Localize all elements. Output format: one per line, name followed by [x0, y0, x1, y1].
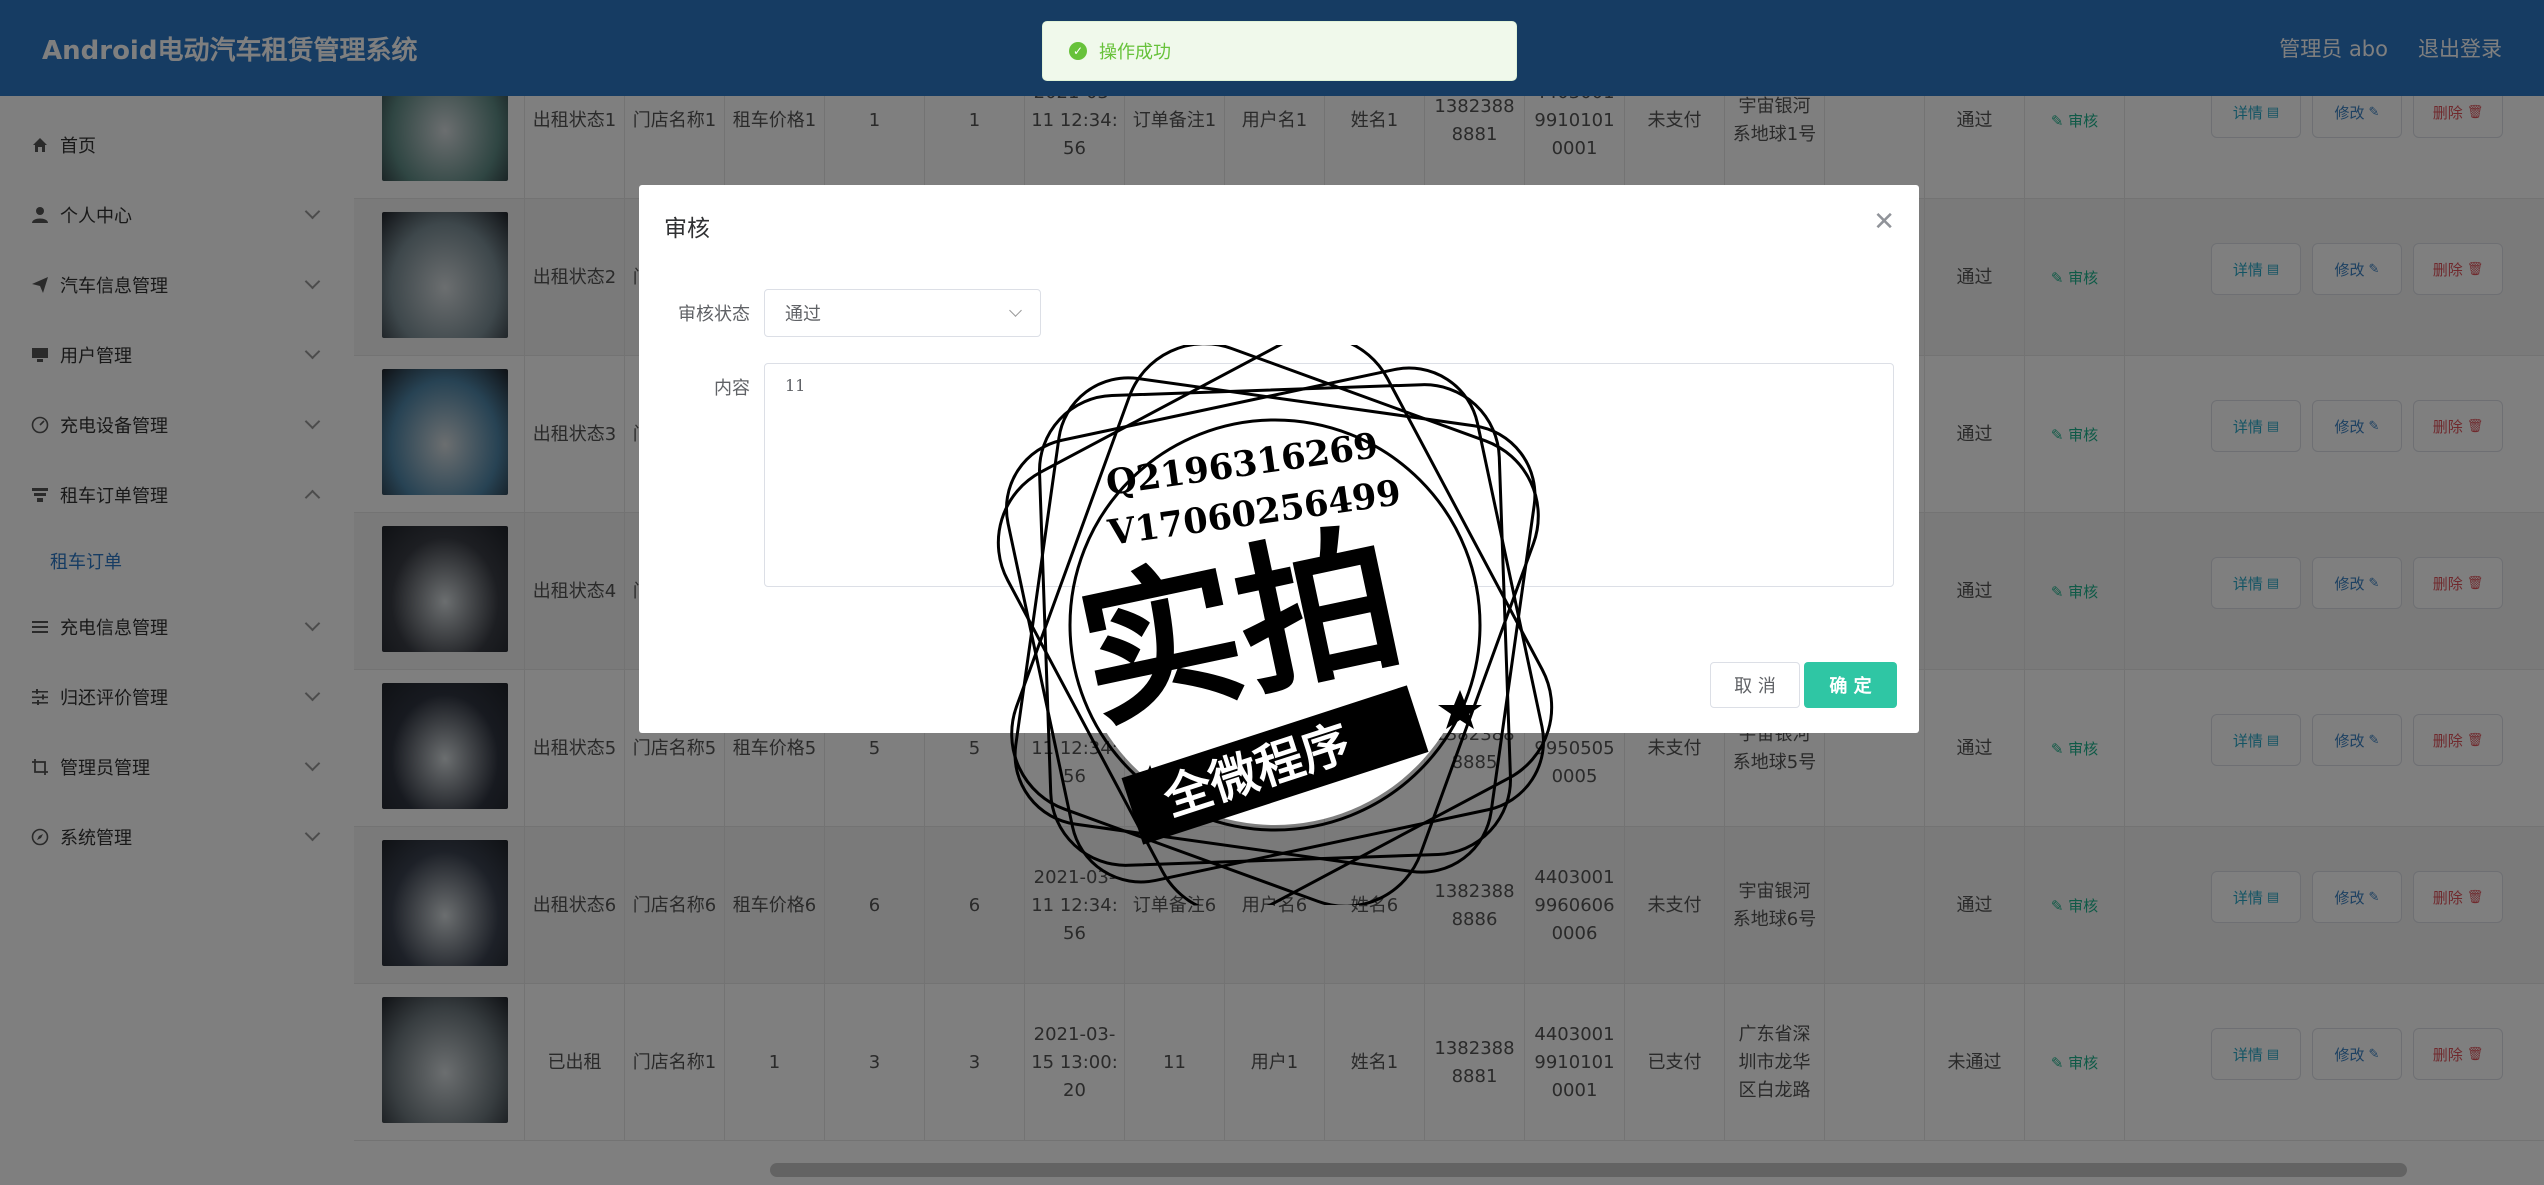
dialog-title: 审核	[664, 216, 710, 242]
status-label: 审核状态	[678, 304, 750, 325]
confirm-button[interactable]: 确 定	[1804, 662, 1897, 708]
chevron-down-icon	[1009, 304, 1022, 317]
status-select-value: 通过	[785, 304, 821, 325]
close-icon[interactable]: ✕	[1873, 207, 1895, 237]
toast-message: 操作成功	[1099, 42, 1171, 63]
status-select[interactable]: 通过	[764, 289, 1041, 337]
check-circle-icon: ✓	[1069, 42, 1087, 60]
success-toast: ✓ 操作成功	[1042, 21, 1517, 81]
content-textarea[interactable]: 11	[764, 363, 1894, 587]
cancel-button[interactable]: 取 消	[1710, 662, 1800, 708]
audit-dialog: 审核 ✕ 审核状态 通过 内容 11 取 消 确 定	[639, 185, 1919, 733]
content-label: 内容	[714, 378, 750, 399]
